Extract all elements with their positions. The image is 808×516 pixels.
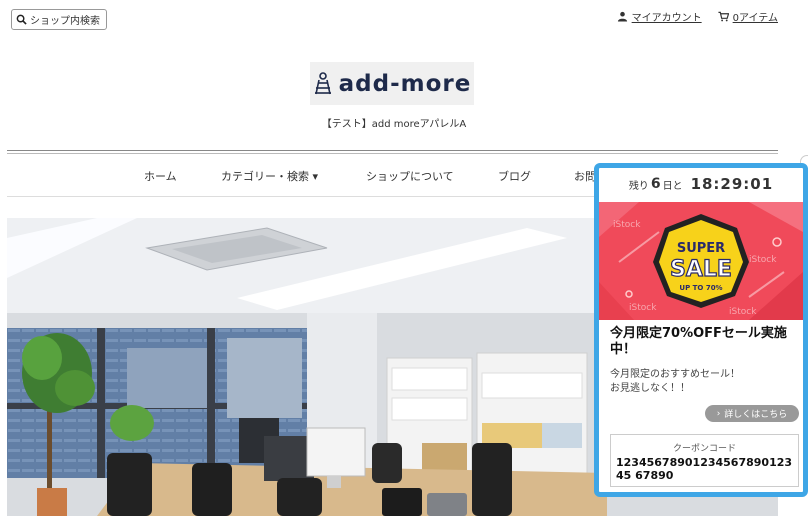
details-button-label: 詳しくはこちら <box>724 410 788 420</box>
cart-icon <box>718 11 729 22</box>
shop-search-button[interactable]: ショップ内検索 <box>11 9 107 30</box>
banner-watermark-2: iStock <box>749 255 777 265</box>
coupon-label: クーポンコード <box>672 444 736 454</box>
banner-watermark-1: iStock <box>613 220 641 230</box>
banner-line2: SALE <box>670 257 732 282</box>
nav-divider-top <box>7 150 778 151</box>
super-sale-graphic: SUPER SALE UP TO 70% iStock iStock iStoc… <box>599 202 803 320</box>
banner-watermark-4: iStock <box>729 307 757 317</box>
details-button[interactable]: › 詳しくはこちら <box>705 405 799 422</box>
chevron-right-icon: › <box>716 408 721 419</box>
countdown-time: 18:29:01 <box>690 175 774 193</box>
nav-item-contact[interactable]: お問 <box>574 168 596 184</box>
site-logo[interactable]: add-more <box>310 62 474 105</box>
user-icon <box>617 11 627 22</box>
nav-item-home[interactable]: ホーム <box>144 168 177 184</box>
countdown-days: 6 <box>650 176 661 192</box>
banner-line1: SUPER <box>677 241 725 256</box>
cart-link[interactable]: 0アイテム <box>733 9 778 24</box>
logo-mark-icon <box>314 71 331 94</box>
sale-banner[interactable]: SUPER SALE UP TO 70% iStock iStock iStoc… <box>599 202 803 320</box>
promo-title: 今月限定70%OFFセール実施中！ <box>610 326 787 357</box>
promo-body-line1: 今月限定のおすすめセール！ <box>610 369 740 380</box>
countdown-prefix: 残り <box>628 180 649 192</box>
sale-popup: 残り 6 日と 18:29:01 SUPER SALE UP TO 70% iS… <box>594 163 808 497</box>
shop-search-label: ショップ内検索 <box>30 16 100 27</box>
nav-item-about-shop[interactable]: ショップについて <box>366 168 454 184</box>
promo-body-line2: お見逃しなく！！ <box>610 383 690 394</box>
site-tagline: 【テスト】add moreアパレルA <box>321 119 467 130</box>
logo-text: add-more <box>338 70 472 97</box>
banner-watermark-3: iStock <box>629 303 657 313</box>
promo-body: 今月限定のおすすめセール！ お見逃しなく！！ <box>610 368 800 396</box>
nav-item-blog[interactable]: ブログ <box>498 168 531 184</box>
nav-item-category-search[interactable]: カテゴリー・検索 ▾ <box>221 168 318 184</box>
page: ショップ内検索 マイアカウント 0アイテム add-more 【テスト】add … <box>0 0 808 516</box>
account-links: マイアカウント 0アイテム <box>617 9 778 24</box>
my-account-link[interactable]: マイアカウント <box>632 9 702 24</box>
search-icon <box>16 14 27 25</box>
countdown-timer: 残り 6 日と 18:29:01 <box>599 168 803 200</box>
banner-line3: UP TO 70% <box>679 284 722 292</box>
coupon-box[interactable]: クーポンコード 1234567890123456789012345 67890 <box>610 434 799 487</box>
nav-divider-top-2 <box>7 153 778 154</box>
coupon-code: 1234567890123456789012345 67890 <box>616 456 793 482</box>
countdown-days-suffix: 日と <box>662 180 683 192</box>
